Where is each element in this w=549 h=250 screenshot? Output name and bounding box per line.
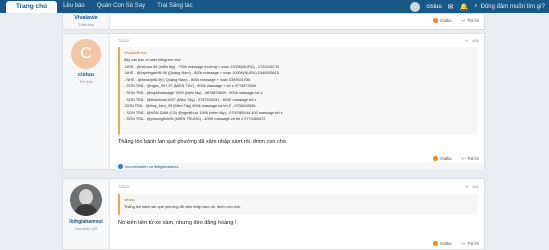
tab-home[interactable]: Trang chủ (6, 1, 58, 13)
reply-icon: ↩ (461, 241, 466, 246)
nav-username[interactable]: cisiuu (426, 4, 441, 10)
quote-line: Thằng lồn bánh lan quê phường đã xâm nhậ… (124, 205, 241, 209)
post-date[interactable]: 7/3/22 (118, 38, 129, 43)
tab-leu-bao[interactable]: Lều báo (57, 0, 91, 13)
post-previous: Vivalavie Triều tôn Vodka ↩ Trả lời (62, 13, 485, 30)
share-icon[interactable]: ⋖ (465, 184, 468, 189)
user-title: Trai thôn 4.0 (74, 226, 98, 231)
quote-line: đây các bác ơi user telegram nha (124, 58, 181, 62)
post-username[interactable]: cisiuu (63, 72, 109, 78)
avatar[interactable]: C (71, 39, 101, 69)
search-icon: ⌕ (474, 3, 478, 9)
reply-icon: ↩ (461, 18, 466, 23)
quote-line: - SƠN TRÀ - @phuonglinh95 (MIỀN TRUNG) -… (124, 117, 266, 122)
vodka-icon (432, 241, 438, 246)
search-button[interactable]: ⌕ Đông đảm muốn tìm gì? (474, 3, 545, 10)
quote-line: - SƠN TRÀ - @HẢN DAM (CÀ) @ngodthuvi 199… (124, 110, 283, 115)
quote-line: -NHS - @tuyetngan96.96 (Quảng Nam) - 600… (124, 71, 279, 76)
vodka-icon (432, 156, 438, 161)
share-icon[interactable]: ⋖ (465, 38, 468, 43)
post-username[interactable]: linhgiahamvui (63, 219, 109, 225)
vodka-icon (432, 18, 438, 23)
quote-line: -NHS - @miruuu.96 (miễn tây) - 700k mass… (124, 64, 280, 69)
react-button[interactable]: Vodka (432, 156, 452, 161)
post-userbar: linhgiahamvui Trai thôn 4.0 (63, 179, 110, 249)
avatar[interactable] (70, 184, 102, 216)
quote-line: -SƠN TRÀ - @thuy_kieu_95 (Miền Tây) 600k… (124, 104, 256, 109)
post-username[interactable]: Vivalavie (63, 15, 109, 21)
bell-icon[interactable]: 🔔 (460, 3, 469, 11)
reply-button[interactable]: ↩ Trả lời (462, 156, 479, 161)
avatar-photo-shoulders (74, 204, 98, 216)
quote-line: - SƠN TRÀ - @kbanhvan1997 (Miền Tây) - 0… (124, 97, 257, 102)
post-number[interactable]: ⋖ #31 (465, 184, 479, 189)
react-button[interactable]: Vodka (432, 18, 452, 23)
reply-button[interactable]: ↩ Trả lời (462, 18, 479, 23)
post-body: Thằng lồn bánh lan quê phường đã xâm nhậ… (118, 139, 288, 145)
quote-line: - SƠN TRÀ - @tuyelmassage 1999 (miền tây… (124, 90, 263, 95)
reaction-summary[interactable]: recoveliotien và linhgiahamvui (115, 163, 484, 170)
quote-line: - SƠN TRÀ - @ngoc_997.97 (MIỀN TÂY) - 60… (124, 84, 256, 89)
post-actions: Vodka ↩ Trả lời (432, 18, 479, 23)
quote-block: Vivalavie nói: đây các bác ơi user teleg… (118, 47, 478, 135)
like-icon (118, 164, 123, 169)
post-body: Nó kiến tiền từ xe xám, nhưng đéo đăng h… (118, 220, 237, 226)
post-actions: Vodka ↩ Trả lời (432, 241, 479, 246)
quote-block: cisiuu: Thằng lồn bánh lan quê phường đã… (118, 194, 478, 215)
avatar-photo-icon (79, 189, 93, 205)
post-number[interactable]: ⋖ #30 (465, 38, 479, 43)
quote-line: - NHS - @beauty96.96 ( Quảng Nam) - 600k… (124, 77, 251, 82)
envelope-icon[interactable]: ✉ (448, 3, 454, 11)
post-31: linhgiahamvui Trai thôn 4.0 7/3/22 ⋖ #31… (62, 178, 485, 250)
post-30: C cisiuu Trẻ trâu 7/3/22 ⋖ #30 Vivalavie… (62, 33, 485, 170)
top-nav: Trang chủ Lều báo Quán Con Sò Say Trai S… (0, 0, 549, 13)
quote-author[interactable]: cisiuu: (124, 197, 478, 202)
quote-author[interactable]: Vivalavie nói: (124, 50, 478, 55)
tab-quan-con-so-say[interactable]: Quán Con Sò Say (91, 0, 151, 13)
post-actions: Vodka ↩ Trả lời (432, 156, 479, 161)
react-button[interactable]: Vodka (432, 241, 452, 246)
tab-trai-sang-tac[interactable]: Trai Săng tác (151, 0, 198, 13)
user-title: Triều tôn (78, 22, 94, 27)
post-date[interactable]: 7/3/22 (118, 184, 129, 189)
reply-button[interactable]: ↩ Trả lời (462, 241, 479, 246)
post-previous-userbar: Vivalavie Triều tôn (63, 14, 110, 29)
post-userbar: C cisiuu Trẻ trâu (63, 34, 110, 169)
user-avatar[interactable] (410, 1, 421, 12)
reply-icon: ↩ (461, 156, 466, 161)
user-title: Trẻ trâu (79, 79, 93, 84)
